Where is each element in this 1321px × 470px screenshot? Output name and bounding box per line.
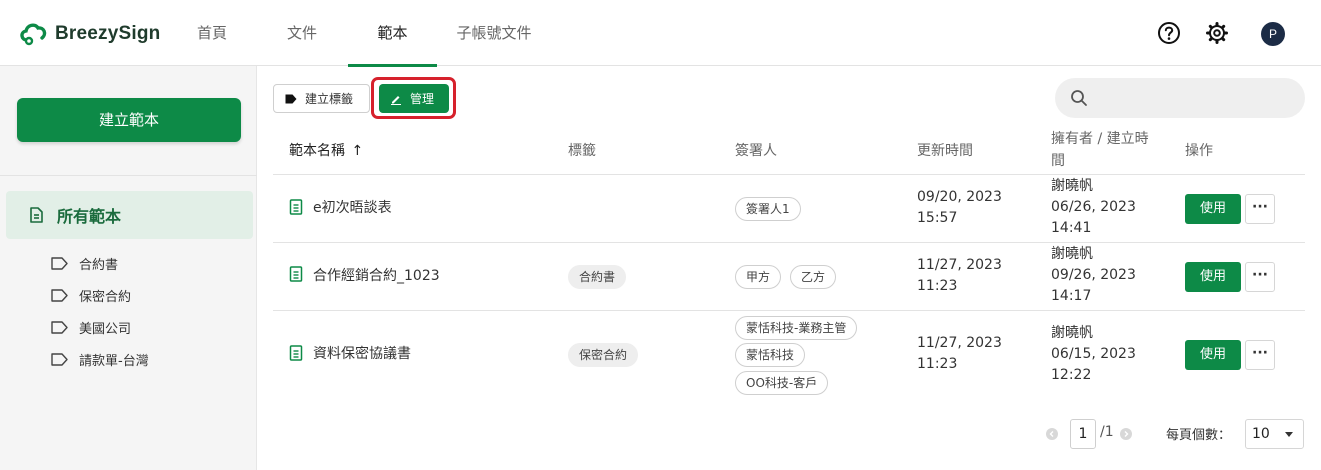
column-header-tag: 標籤 bbox=[568, 143, 596, 159]
tag-chip: 合約書 bbox=[568, 265, 627, 289]
nav-tab-documents[interactable]: 文件 bbox=[279, 0, 325, 66]
template-name[interactable]: 合作經銷合約_1023 bbox=[313, 266, 440, 287]
nav-tab-sub-account-documents[interactable]: 子帳號文件 bbox=[448, 0, 540, 66]
template-name[interactable]: e初次晤談表 bbox=[313, 198, 392, 219]
top-navigation-bar: BreezySign 首頁 文件 範本 子帳號文件 P bbox=[0, 0, 1321, 67]
updated-time: 11:23 bbox=[917, 356, 958, 372]
table-divider bbox=[273, 174, 1305, 175]
gear-icon[interactable] bbox=[1204, 20, 1230, 46]
created-time: 14:17 bbox=[1051, 288, 1092, 304]
total-pages: /1 bbox=[1100, 424, 1114, 440]
column-header-actions: 操作 bbox=[1185, 143, 1213, 159]
sidebar-tag-item[interactable]: 保密合約 bbox=[51, 285, 131, 305]
sidebar-tag-label: 請款單-台灣 bbox=[79, 353, 149, 369]
more-options-button[interactable]: ··· bbox=[1245, 194, 1275, 224]
edit-icon bbox=[391, 95, 401, 105]
owner-name: 謝曉帆 bbox=[1051, 178, 1093, 194]
brand-name: BreezySign bbox=[55, 23, 161, 44]
create-tag-button[interactable]: 建立標籤 bbox=[273, 84, 370, 113]
table-divider bbox=[273, 310, 1305, 311]
more-options-button[interactable]: ··· bbox=[1245, 340, 1275, 370]
created-time: 14:41 bbox=[1051, 220, 1092, 236]
table-divider bbox=[273, 242, 1305, 243]
signer-chip: OO科技-客戶 bbox=[735, 371, 829, 395]
document-icon bbox=[289, 199, 303, 215]
tag-icon bbox=[51, 320, 68, 334]
document-icon bbox=[289, 345, 303, 361]
column-header-name-label: 範本名稱 bbox=[289, 143, 345, 159]
tag-chip: 保密合約 bbox=[568, 343, 639, 367]
updated-time: 11:23 bbox=[917, 278, 958, 294]
updated-time: 15:57 bbox=[917, 210, 958, 226]
signer-chip: 簽署人1 bbox=[735, 197, 801, 221]
per-page-select[interactable]: 10 bbox=[1245, 419, 1304, 449]
sidebar: 建立範本 所有範本 合約書 保密合約 美國公司 請款單-台灣 bbox=[0, 66, 257, 470]
page-number-input[interactable]: 1 bbox=[1070, 419, 1096, 449]
nav-tab-templates[interactable]: 範本 bbox=[348, 0, 437, 67]
sidebar-tag-label: 保密合約 bbox=[79, 289, 132, 305]
per-page-label: 每頁個數： bbox=[1166, 428, 1232, 443]
user-avatar[interactable]: P bbox=[1261, 22, 1285, 46]
signer-chip: 蒙恬科技 bbox=[735, 343, 806, 367]
sidebar-tag-item[interactable]: 美國公司 bbox=[51, 317, 131, 337]
prev-page-icon[interactable] bbox=[1046, 428, 1058, 440]
manage-button[interactable]: 管理 bbox=[379, 84, 449, 113]
document-icon bbox=[30, 207, 43, 223]
breezysign-logo-icon bbox=[20, 23, 47, 46]
tag-icon bbox=[51, 352, 68, 366]
signer-chip: 甲方 bbox=[735, 265, 782, 289]
per-page-value: 10 bbox=[1252, 426, 1270, 442]
caret-down-icon bbox=[1285, 432, 1293, 437]
sidebar-divider bbox=[0, 175, 257, 176]
created-time: 12:22 bbox=[1051, 367, 1092, 383]
brand-logo[interactable]: BreezySign bbox=[18, 20, 160, 48]
sidebar-item-all-templates[interactable]: 所有範本 bbox=[6, 191, 253, 239]
more-options-button[interactable]: ··· bbox=[1245, 262, 1275, 292]
column-header-updated[interactable]: 更新時間 bbox=[917, 140, 973, 162]
next-page-icon[interactable] bbox=[1120, 428, 1132, 440]
sidebar-tag-item[interactable]: 請款單-台灣 bbox=[51, 349, 149, 369]
signer-chip: 蒙恬科技-業務主管 bbox=[735, 316, 858, 340]
tag-icon bbox=[51, 256, 68, 270]
tag-icon bbox=[285, 94, 297, 103]
created-date: 06/26, 2023 bbox=[1051, 199, 1136, 215]
use-template-button[interactable]: 使用 bbox=[1185, 340, 1241, 370]
search-icon bbox=[1071, 90, 1087, 106]
sidebar-tag-item[interactable]: 合約書 bbox=[51, 253, 118, 273]
signer-chip: 乙方 bbox=[790, 265, 837, 289]
created-date: 06/15, 2023 bbox=[1051, 346, 1136, 362]
updated-date: 09/20, 2023 bbox=[917, 189, 1002, 205]
create-template-button[interactable]: 建立範本 bbox=[17, 98, 241, 142]
created-date: 09/26, 2023 bbox=[1051, 267, 1136, 283]
nav-tab-home[interactable]: 首頁 bbox=[189, 0, 235, 66]
use-template-button[interactable]: 使用 bbox=[1185, 262, 1241, 292]
use-template-button[interactable]: 使用 bbox=[1185, 194, 1241, 224]
sidebar-tag-label: 美國公司 bbox=[79, 321, 132, 337]
help-icon[interactable] bbox=[1156, 20, 1182, 46]
owner-name: 謝曉帆 bbox=[1051, 325, 1093, 341]
column-header-name[interactable]: 範本名稱 ↑ bbox=[289, 140, 363, 162]
search-input[interactable] bbox=[1055, 78, 1305, 118]
template-name[interactable]: 資料保密協議書 bbox=[313, 344, 411, 365]
create-tag-label: 建立標籤 bbox=[305, 92, 354, 106]
sidebar-tag-label: 合約書 bbox=[79, 257, 119, 273]
manage-label: 管理 bbox=[410, 92, 435, 106]
owner-name: 謝曉帆 bbox=[1051, 246, 1093, 262]
updated-date: 11/27, 2023 bbox=[917, 257, 1002, 273]
document-icon bbox=[289, 266, 303, 282]
updated-date: 11/27, 2023 bbox=[917, 335, 1002, 351]
sidebar-item-label: 所有範本 bbox=[57, 207, 122, 226]
tag-icon bbox=[51, 288, 68, 302]
column-header-owner[interactable]: 擁有者 / 建立時間 bbox=[1051, 128, 1161, 172]
column-header-signers: 簽署人 bbox=[735, 143, 777, 159]
sort-ascending-icon[interactable]: ↑ bbox=[351, 143, 363, 159]
